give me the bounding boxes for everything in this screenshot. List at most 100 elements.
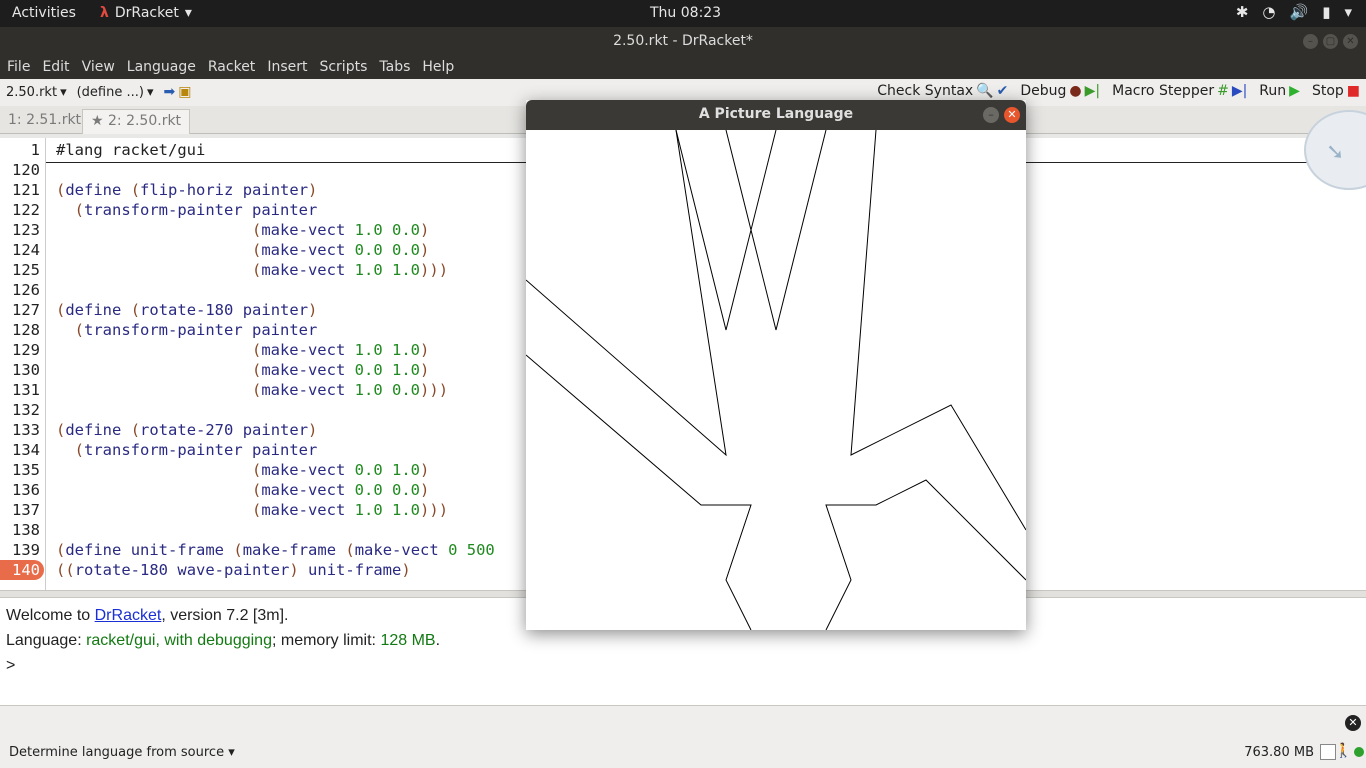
tab-2-51[interactable]: 1: 2.51.rkt — [0, 109, 89, 134]
line-number: 139 — [12, 541, 40, 559]
system-top-bar: Activities λ DrRacket ▾ Thu 08:23 ✱ ◔ 🔊 … — [0, 0, 1366, 27]
code-line[interactable]: (make-vect 0.0 0.0) — [56, 480, 429, 500]
line-number: 130 — [12, 361, 40, 379]
code-line[interactable]: (transform-painter painter — [56, 320, 318, 340]
code-line[interactable]: (make-vect 1.0 1.0))) — [56, 500, 448, 520]
language-line-end: . — [435, 632, 441, 649]
status-dot-icon — [1354, 747, 1364, 757]
chevron-down-icon: ▾ — [228, 745, 235, 760]
language-line: Language: racket/gui, with debugging; me… — [6, 631, 1360, 656]
close-button[interactable]: ✕ — [1004, 107, 1020, 123]
menu-scripts[interactable]: Scripts — [318, 56, 373, 79]
line-number: 122 — [12, 201, 40, 219]
menu-language[interactable]: Language — [126, 56, 202, 79]
code-line[interactable]: (define (flip-horiz painter) — [56, 180, 317, 200]
volume-icon[interactable]: 🔊 — [1290, 3, 1309, 21]
language-prefix: Language: — [6, 632, 87, 649]
activities-button[interactable]: Activities — [12, 5, 76, 21]
menu-tabs[interactable]: Tabs — [378, 56, 416, 79]
hash-icon: # — [1217, 83, 1229, 99]
clock[interactable]: Thu 08:23 — [650, 5, 721, 21]
menu-racket[interactable]: Racket — [207, 56, 261, 79]
code-line[interactable]: ((rotate-180 wave-painter) unit-frame) — [56, 560, 411, 580]
drracket-logo-icon: λ — [100, 5, 109, 21]
line-number: 121 — [12, 181, 40, 199]
system-tray[interactable]: ✱ ◔ 🔊 ▮ ▾ — [1236, 3, 1352, 21]
welcome-prefix: Welcome to — [6, 607, 95, 624]
menu-view[interactable]: View — [81, 56, 121, 79]
stop-button[interactable]: Stop ■ — [1312, 83, 1360, 99]
maximize-button[interactable]: ▢ — [1323, 34, 1338, 49]
line-number: 131 — [12, 381, 40, 399]
code-line[interactable]: (make-vect 1.0 1.0))) — [56, 260, 448, 280]
stop-label: Stop — [1311, 83, 1344, 99]
line-number: 140 — [0, 560, 44, 580]
picture-window-title-bar[interactable]: A Picture Language – ✕ — [526, 100, 1026, 130]
menu-file[interactable]: File — [6, 56, 36, 79]
battery-icon[interactable]: ▮ — [1322, 3, 1330, 21]
code-line[interactable]: (make-vect 1.0 0.0) — [56, 220, 429, 240]
repl-prompt[interactable]: > — [6, 656, 1360, 681]
chevron-down-icon: ▾ — [146, 84, 154, 100]
check-syntax-button[interactable]: Check Syntax 🔍 ✔ — [877, 83, 1008, 99]
menu-help[interactable]: Help — [421, 56, 460, 79]
wave-drawing — [525, 129, 1027, 631]
tab-2-50[interactable]: ★ 2: 2.50.rkt — [82, 109, 191, 134]
line-number: 120 — [12, 161, 40, 179]
check-syntax-label: Check Syntax — [877, 83, 974, 99]
line-number: 1 — [30, 141, 40, 159]
picture-canvas — [525, 129, 1027, 631]
magnifier-icon: 🔍 — [976, 83, 994, 99]
debug-button[interactable]: Debug ● ▶| — [1020, 83, 1100, 99]
app-name: DrRacket — [114, 5, 179, 21]
debug-label: Debug — [1020, 83, 1067, 99]
code-line[interactable]: (define (rotate-270 painter) — [56, 420, 317, 440]
wifi-icon[interactable]: ◔ — [1262, 3, 1275, 21]
line-number: 128 — [12, 321, 40, 339]
run-button[interactable]: Run ▶ — [1259, 83, 1300, 99]
define-selector-label: (define ...) — [76, 84, 144, 100]
bug-icon: ● — [1069, 83, 1082, 99]
window-title: 2.50.rkt - DrRacket* — [613, 33, 753, 49]
file-selector[interactable]: 2.50.rkt ▾ — [6, 85, 67, 100]
arrow-icon: ➘ — [1326, 140, 1345, 165]
memory-limit-label: ; memory limit: — [271, 632, 381, 649]
code-line[interactable]: (make-vect 1.0 1.0) — [56, 340, 429, 360]
code-line[interactable]: (define unit-frame (make-frame (make-vec… — [56, 540, 495, 560]
code-line[interactable]: (define (rotate-180 painter) — [56, 300, 317, 320]
drracket-link[interactable]: DrRacket — [95, 607, 162, 624]
code-line[interactable]: (make-vect 0.0 1.0) — [56, 460, 429, 480]
minimize-button[interactable]: – — [1303, 34, 1318, 49]
language-selector[interactable]: Determine language from source ▾ — [9, 745, 235, 760]
language-selector-label: Determine language from source — [9, 745, 225, 760]
line-number: 134 — [12, 441, 40, 459]
line-number: 133 — [12, 421, 40, 439]
line-number: 136 — [12, 481, 40, 499]
line-number: 129 — [12, 341, 40, 359]
window-title-bar: 2.50.rkt - DrRacket* – ▢ ✕ — [0, 27, 1366, 56]
chevron-down-icon[interactable]: ▾ — [1344, 3, 1352, 21]
editor-scrollbar[interactable] — [1356, 288, 1366, 590]
macro-stepper-button[interactable]: Macro Stepper # ▶| — [1112, 83, 1247, 99]
code-line[interactable]: (transform-painter painter — [56, 200, 318, 220]
save-button[interactable]: ➡ ▣ — [163, 84, 191, 100]
close-icon[interactable]: ✕ — [1345, 715, 1361, 731]
code-line[interactable]: (make-vect 1.0 0.0))) — [56, 380, 448, 400]
chevron-down-icon: ▾ — [60, 84, 67, 100]
code-line[interactable]: (make-vect 0.0 0.0) — [56, 240, 429, 260]
code-line[interactable]: (transform-painter painter — [56, 440, 318, 460]
line-number: 125 — [12, 261, 40, 279]
minimize-button[interactable]: – — [983, 107, 999, 123]
line-number: 126 — [12, 281, 40, 299]
picture-language-window[interactable]: A Picture Language – ✕ — [525, 100, 1027, 631]
app-menu-button[interactable]: λ DrRacket ▾ — [100, 5, 192, 21]
define-selector[interactable]: (define ...) ▾ — [77, 85, 154, 100]
memory-usage[interactable]: 763.80 MB — [1244, 745, 1314, 760]
slack-icon[interactable]: ✱ — [1236, 3, 1249, 21]
code-line[interactable]: (make-vect 0.0 1.0) — [56, 360, 429, 380]
pinned-lang-line[interactable]: #lang racket/gui — [56, 140, 205, 160]
close-button[interactable]: ✕ — [1343, 34, 1358, 49]
menu-insert[interactable]: Insert — [266, 56, 313, 79]
menu-edit[interactable]: Edit — [41, 56, 75, 79]
language-value: racket/gui, with debugging — [86, 632, 272, 649]
